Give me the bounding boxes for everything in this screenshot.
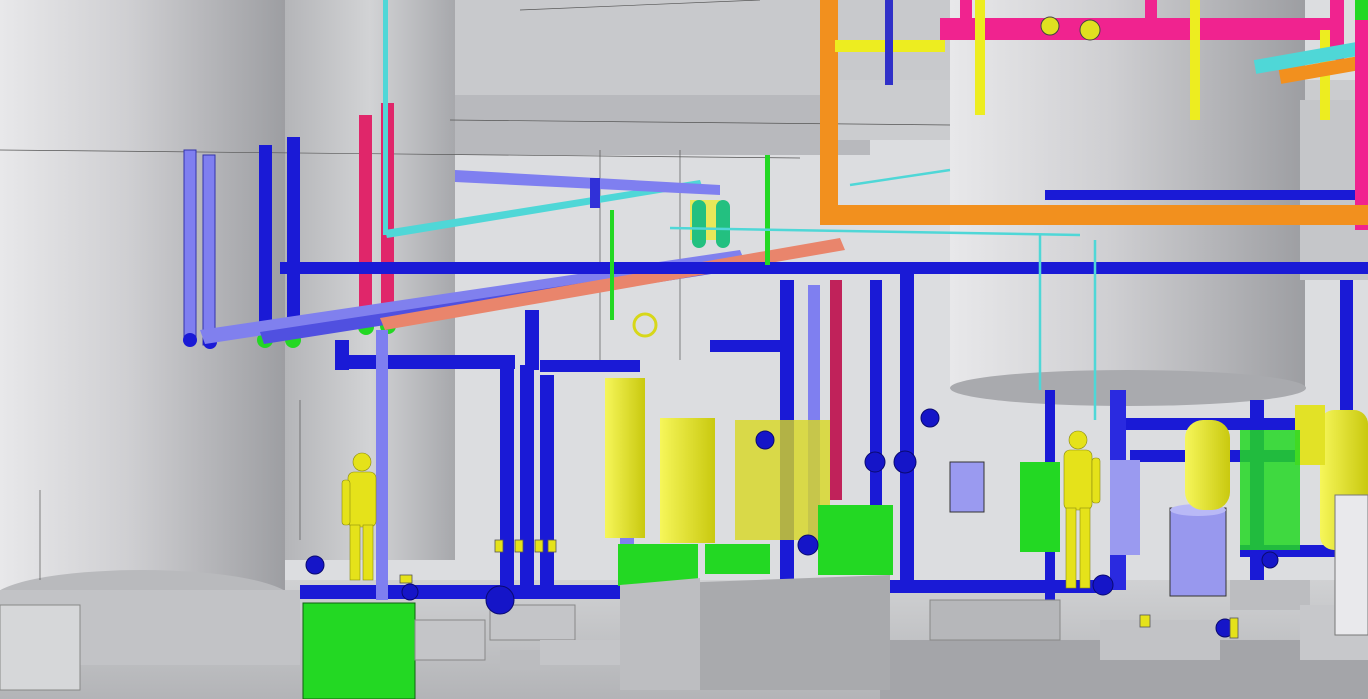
bim-plant-render [0, 0, 1368, 699]
plant-3d-view [0, 0, 1368, 699]
pedestal [0, 604, 81, 691]
slab-edge [450, 95, 870, 155]
large-tank-left [0, 0, 285, 600]
magenta-riser [830, 280, 842, 500]
